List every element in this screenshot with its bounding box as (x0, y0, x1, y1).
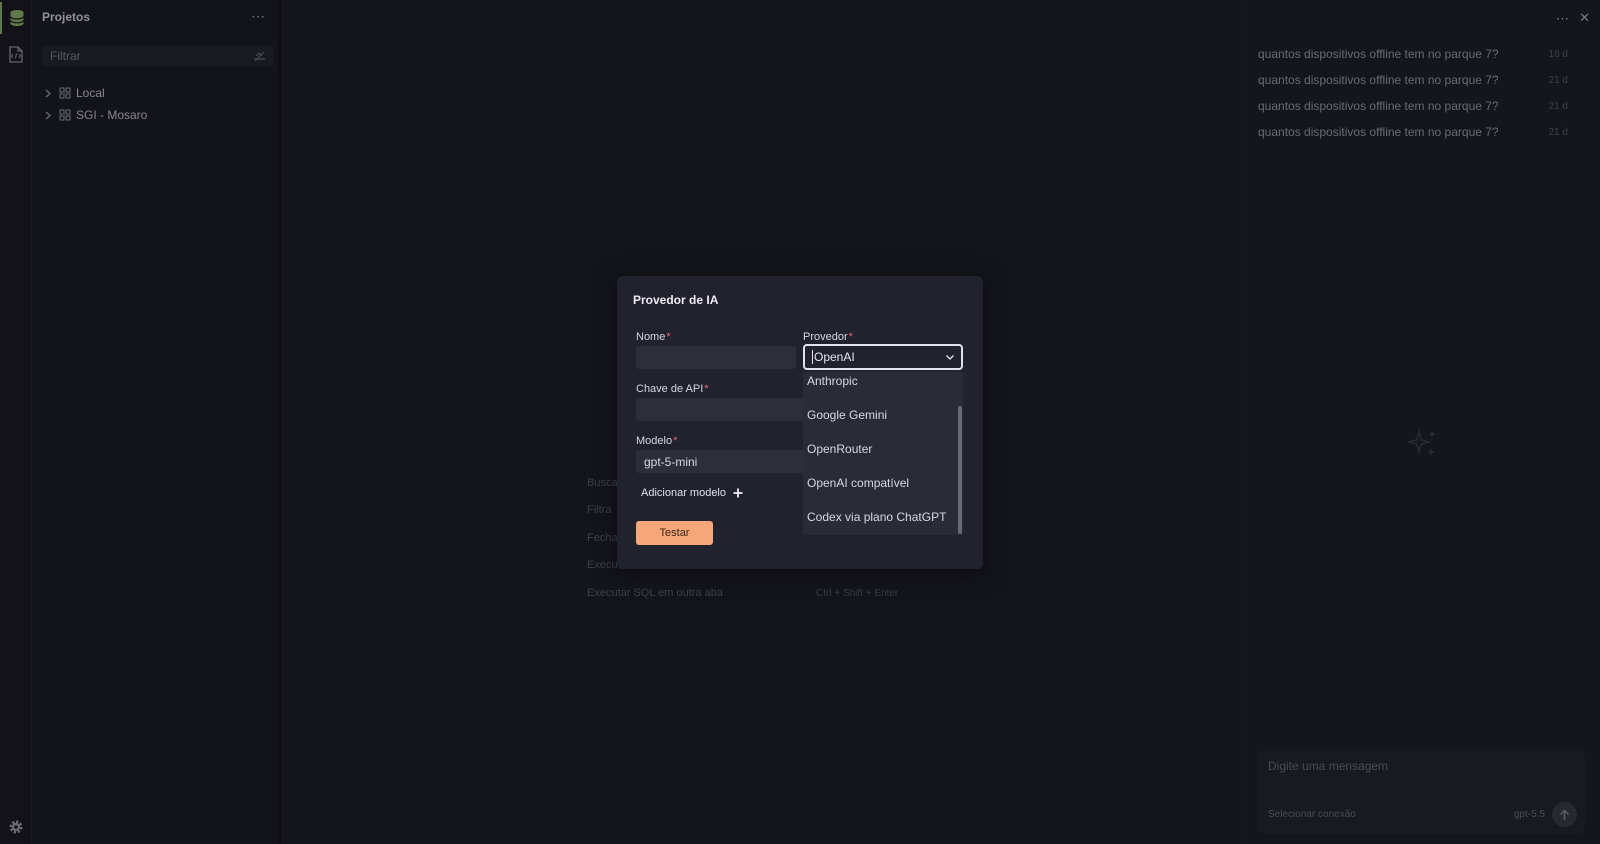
provider-option[interactable]: OpenAI compatível (807, 473, 909, 493)
provider-option[interactable]: Codex via plano ChatGPT (807, 507, 946, 527)
provider-dropdown: Anthropic Google Gemini OpenRouter OpenA… (803, 372, 963, 535)
provider-option[interactable]: Google Gemini (807, 405, 887, 425)
ai-provider-modal: Provedor de IA Nome* Provedor* OpenAI Ch… (617, 276, 983, 569)
provider-option[interactable]: OpenRouter (807, 439, 872, 459)
chevron-down-icon (946, 355, 954, 360)
name-label: Nome* (636, 331, 671, 343)
provider-label: Provedor* (803, 331, 853, 343)
provider-value: OpenAI (812, 350, 855, 364)
test-button[interactable]: Testar (636, 521, 713, 545)
modal-title: Provedor de IA (633, 293, 719, 307)
model-input[interactable] (636, 450, 806, 473)
name-input[interactable] (636, 346, 796, 369)
api-key-input[interactable] (636, 398, 806, 421)
api-key-label: Chave de API* (636, 383, 709, 395)
model-label: Modelo* (636, 435, 678, 447)
dropdown-scrollbar[interactable] (958, 406, 962, 534)
provider-option[interactable]: Anthropic (807, 372, 858, 391)
add-model-label: Adicionar modelo (641, 487, 726, 499)
provider-select[interactable]: OpenAI (803, 344, 963, 370)
plus-icon (733, 488, 743, 498)
add-model-button[interactable]: Adicionar modelo (641, 487, 743, 499)
